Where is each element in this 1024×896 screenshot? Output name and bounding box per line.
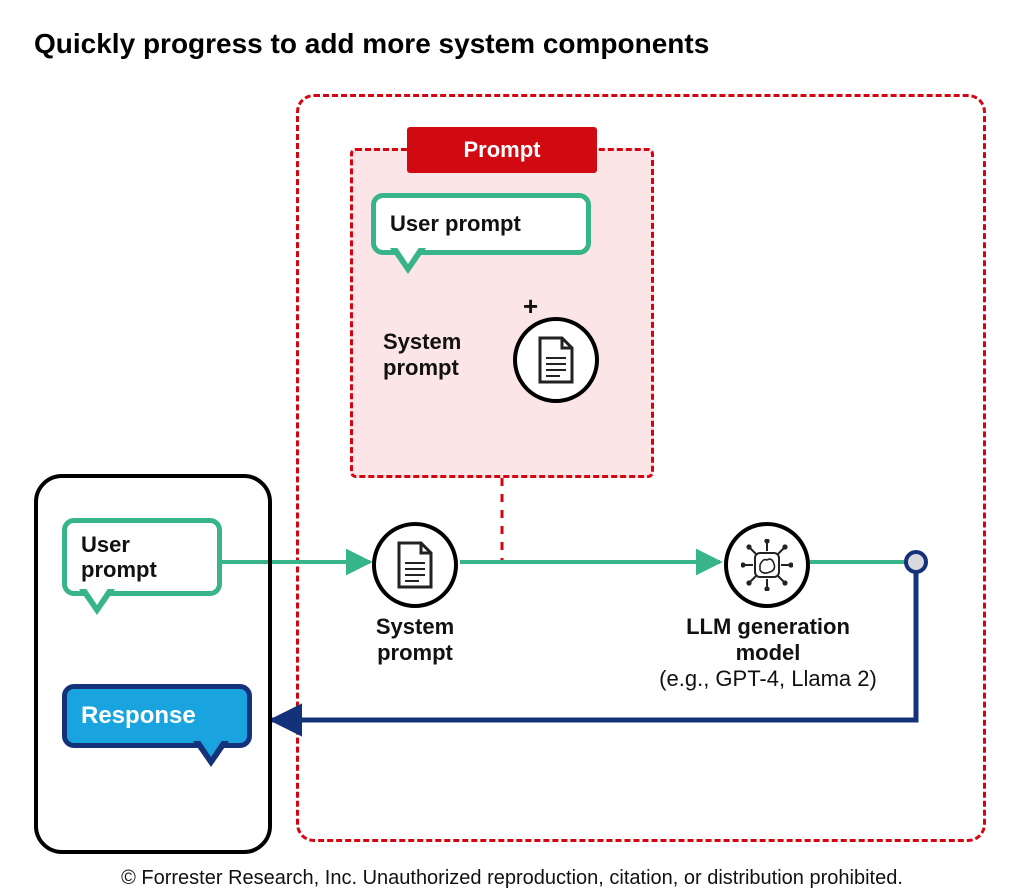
- user-prompt-bubble-inner: User prompt: [371, 193, 591, 255]
- speech-tail-icon: [199, 739, 223, 757]
- diagram-canvas: Quickly progress to add more system comp…: [0, 0, 1024, 896]
- prompt-group-box: Prompt User prompt + System prompt: [350, 148, 654, 478]
- system-prompt-label-flow: System prompt: [350, 614, 480, 666]
- user-prompt-label-phone: User prompt: [81, 532, 157, 583]
- document-icon: [372, 522, 458, 608]
- speech-tail-icon: [85, 587, 109, 605]
- user-prompt-label-inner: User prompt: [390, 211, 521, 236]
- response-bubble-phone: Response: [62, 684, 252, 748]
- chip-brain-icon: [724, 522, 810, 608]
- prompt-group-header: Prompt: [407, 127, 597, 173]
- page-title: Quickly progress to add more system comp…: [34, 28, 709, 60]
- user-prompt-bubble-phone: User prompt: [62, 518, 222, 596]
- llm-label-line1: LLM generation: [686, 614, 850, 639]
- llm-model-label: LLM generation model (e.g., GPT-4, Llama…: [636, 614, 900, 692]
- llm-label-line2: model: [736, 640, 801, 665]
- document-glyph-icon: [536, 336, 576, 384]
- footer-copyright: © Forrester Research, Inc. Unauthorized …: [0, 867, 1024, 890]
- response-label-phone: Response: [81, 702, 196, 730]
- chip-brain-glyph-icon: [741, 539, 793, 591]
- system-prompt-label-inner: System prompt: [383, 329, 493, 381]
- llm-label-sub: (e.g., GPT-4, Llama 2): [659, 666, 877, 691]
- speech-tail-icon: [396, 246, 420, 264]
- plus-symbol: +: [523, 291, 538, 322]
- document-icon: [513, 317, 599, 403]
- document-glyph-icon: [395, 541, 435, 589]
